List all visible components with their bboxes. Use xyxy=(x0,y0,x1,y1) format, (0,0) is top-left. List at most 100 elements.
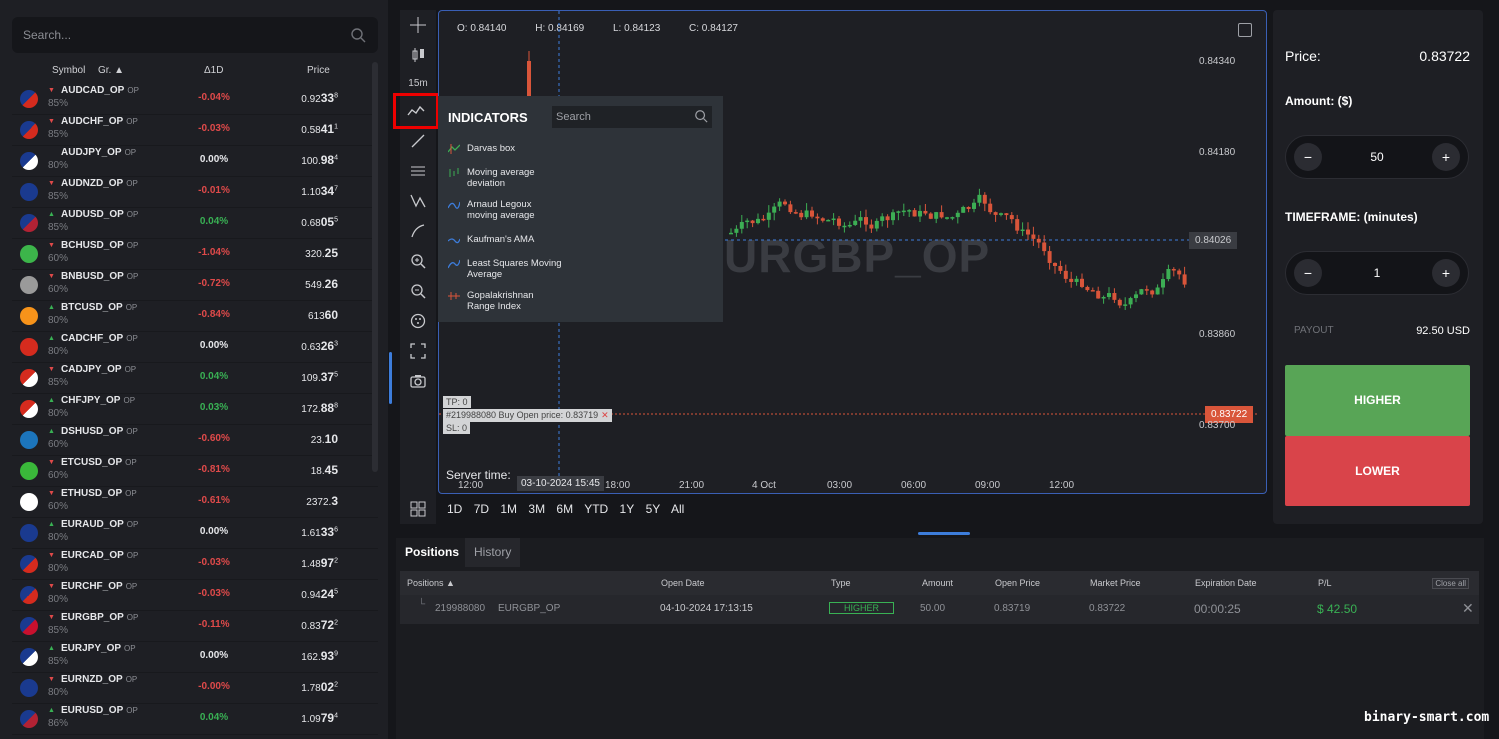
period-3m[interactable]: 3M xyxy=(528,502,545,516)
server-time-label: Server time: xyxy=(446,468,511,482)
candle-body xyxy=(1026,229,1030,235)
asset-row[interactable]: ▼ CADJPY_OP OP 85% 0.04% 109.375 xyxy=(12,363,378,394)
candle-body xyxy=(945,217,949,219)
asset-row[interactable]: ▼ BNBUSD_OP OP 60% -0.72% 549.26 xyxy=(12,270,378,301)
period-7d[interactable]: 7D xyxy=(474,502,489,516)
col-market-price[interactable]: Market Price xyxy=(1090,578,1141,588)
col-amount[interactable]: Amount xyxy=(922,578,953,588)
panel-resize-handle[interactable] xyxy=(389,352,392,404)
period-1m[interactable]: 1M xyxy=(500,502,517,516)
candles-icon[interactable] xyxy=(400,42,436,68)
position-row[interactable]: └ 219988080 EURGBP_OP 04-10-2024 17:13:1… xyxy=(400,595,1479,624)
asset-search-input[interactable]: Search... xyxy=(12,17,378,53)
tab-history[interactable]: History xyxy=(465,538,521,567)
period-1y[interactable]: 1Y xyxy=(620,502,635,516)
layout-grid-icon[interactable] xyxy=(400,496,436,522)
asset-row[interactable]: ▼ ETHUSD_OP OP 60% -0.61% 2372.3 xyxy=(12,487,378,518)
bottom-panel-resize-handle[interactable] xyxy=(918,532,970,535)
take-profit-label[interactable]: TP: 0 xyxy=(443,396,471,408)
col-type[interactable]: Type xyxy=(831,578,851,588)
col-pl[interactable]: P/L xyxy=(1318,578,1332,588)
col-open-date[interactable]: Open Date xyxy=(661,578,705,588)
crosshair-icon[interactable] xyxy=(400,12,436,38)
trade-line-label[interactable]: #219988080 Buy Open price: 0.83719 ✕ xyxy=(443,409,612,422)
asset-symbol: AUDCAD_OP OP xyxy=(61,85,139,96)
pattern-icon[interactable] xyxy=(400,188,436,214)
asset-row[interactable]: ▼ AUDCHF_OP OP 85% -0.03% 0.58411 xyxy=(12,115,378,146)
theme-icon[interactable] xyxy=(400,308,436,334)
col-open-price[interactable]: Open Price xyxy=(995,578,1040,588)
fullscreen-icon[interactable] xyxy=(400,338,436,364)
asset-row[interactable]: ▲ EURAUD_OP OP 80% 0.00% 1.61336 xyxy=(12,518,378,549)
col-positions[interactable]: Positions ▲ xyxy=(407,578,455,588)
indicator-search-input[interactable]: Search xyxy=(552,106,712,128)
tab-positions[interactable]: Positions xyxy=(396,538,469,567)
lower-button[interactable]: LOWER xyxy=(1285,436,1470,506)
asset-row[interactable]: ▼ AUDNZD_OP OP 85% -0.01% 1.10347 xyxy=(12,177,378,208)
asset-change: 0.00% xyxy=(199,340,229,351)
timeframe-selector[interactable]: 15m xyxy=(400,70,436,96)
period-all[interactable]: All xyxy=(671,502,684,516)
asset-row[interactable]: ▲ EURJPY_OP OP 85% 0.00% 162.939 xyxy=(12,642,378,673)
period-ytd[interactable]: YTD xyxy=(584,502,608,516)
stop-loss-label[interactable]: SL: 0 xyxy=(443,422,471,434)
asset-row[interactable]: ▼ BCHUSD_OP OP 60% -1.04% 320.25 xyxy=(12,239,378,270)
asset-price: 109.375 xyxy=(301,370,338,384)
brush-icon[interactable] xyxy=(400,218,436,244)
timeframe-label: TIMEFRAME: (minutes) xyxy=(1285,210,1418,224)
indicator-item-darvas-box[interactable]: Darvas box xyxy=(448,143,515,154)
indicator-item-gopalakrishnan-range-index[interactable]: Gopalakrishnan Range Index xyxy=(448,290,534,312)
amount-label: Amount: ($) xyxy=(1285,94,1353,108)
asset-row[interactable]: ▼ EURCAD_OP OP 80% -0.03% 1.48972 xyxy=(12,549,378,580)
asset-row[interactable]: ▼ AUDCAD_OP OP 85% -0.04% 0.92338 xyxy=(12,84,378,115)
amount-increase-button[interactable]: + xyxy=(1432,143,1460,171)
header-change[interactable]: Δ1D xyxy=(204,65,223,76)
asset-row[interactable]: ▲ DSHUSD_OP OP 60% -0.60% 23.10 xyxy=(12,425,378,456)
close-all-button[interactable]: Close all xyxy=(1432,578,1469,589)
header-price[interactable]: Price xyxy=(307,65,330,76)
candle-body xyxy=(1134,294,1138,299)
header-group[interactable]: Gr. ▲ xyxy=(98,65,124,76)
zoom-out-icon[interactable] xyxy=(400,278,436,304)
candle-body xyxy=(804,210,809,218)
trendline-icon[interactable] xyxy=(400,128,436,154)
period-1d[interactable]: 1D xyxy=(447,502,462,516)
trend-arrow-icon: ▲ xyxy=(48,645,55,652)
timeframe-increase-button[interactable]: + xyxy=(1432,259,1460,287)
indicator-item-moving-average-deviation[interactable]: Moving average deviation xyxy=(448,167,535,189)
candle-body xyxy=(1053,262,1057,266)
candle-body xyxy=(1036,238,1041,243)
col-expiration-date[interactable]: Expiration Date xyxy=(1195,578,1257,588)
asset-row[interactable]: ▲ CADCHF_OP OP 80% 0.00% 0.63263 xyxy=(12,332,378,363)
trend-arrow-icon: ▲ xyxy=(48,521,55,528)
trading-app: Search... Symbol Gr. ▲ Δ1D Price ▼ AUDCAD… xyxy=(0,0,1499,739)
close-trade-icon[interactable]: ✕ xyxy=(601,410,609,420)
search-icon[interactable] xyxy=(350,27,366,43)
asset-row[interactable]: ▼ EURGBP_OP OP 85% -0.11% 0.83722 xyxy=(12,611,378,642)
asset-row[interactable]: ▲ CHFJPY_OP OP 80% 0.03% 172.888 xyxy=(12,394,378,425)
asset-row[interactable]: ▲ BTCUSD_OP OP 80% -0.84% 61360 xyxy=(12,301,378,332)
y-axis-label: 0.84180 xyxy=(1199,147,1236,158)
camera-icon[interactable] xyxy=(400,368,436,394)
indicator-item-least-squares-moving-average[interactable]: Least Squares Moving Average xyxy=(448,258,562,280)
indicator-item-arnaud-legoux[interactable]: Arnaud Legoux moving average xyxy=(448,199,535,221)
asset-row[interactable]: ▼ ETCUSD_OP OP 60% -0.81% 18.45 xyxy=(12,456,378,487)
candle-body xyxy=(885,216,890,221)
close-position-icon[interactable]: ✕ xyxy=(1462,600,1474,617)
asset-row[interactable]: ▼ EURCHF_OP OP 80% -0.03% 0.94245 xyxy=(12,580,378,611)
candle-body xyxy=(972,202,976,209)
period-5y[interactable]: 5Y xyxy=(646,502,661,516)
zoom-in-icon[interactable] xyxy=(400,248,436,274)
indicator-item-kaufmans-ama[interactable]: Kaufman's AMA xyxy=(448,234,534,245)
indicators-icon[interactable] xyxy=(393,93,439,129)
asset-row[interactable]: ▼ EURNZD_OP OP 80% -0.00% 1.78022 xyxy=(12,673,378,704)
period-6m[interactable]: 6M xyxy=(556,502,573,516)
asset-row[interactable]: ▲ EURUSD_OP OP 86% 0.04% 1.09794 xyxy=(12,704,378,735)
search-icon[interactable] xyxy=(694,109,708,123)
fib-icon[interactable] xyxy=(400,158,436,184)
higher-button[interactable]: HIGHER xyxy=(1285,365,1470,436)
asset-row[interactable]: ▲ AUDUSD_OP OP 85% 0.04% 0.68055 xyxy=(12,208,378,239)
header-symbol[interactable]: Symbol xyxy=(52,65,85,76)
asset-list-scrollbar[interactable] xyxy=(372,62,378,472)
asset-row[interactable]: AUDJPY_OP OP 80% 0.00% 100.984 xyxy=(12,146,378,177)
